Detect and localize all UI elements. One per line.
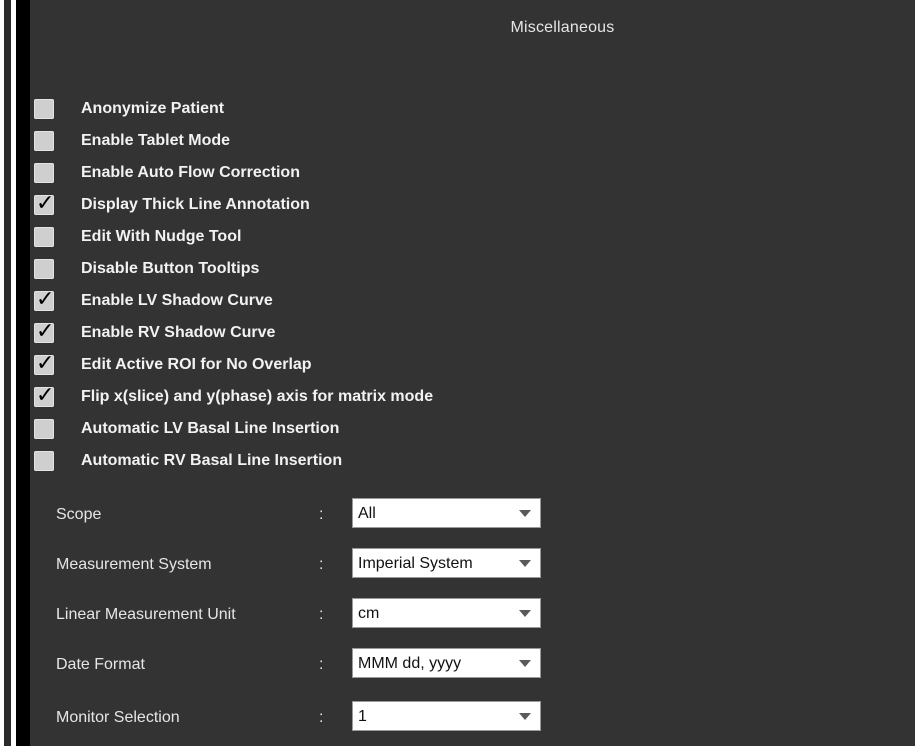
chevron-down-icon [519, 610, 531, 617]
monitor-selection-label: Monitor Selection [56, 709, 180, 726]
checkbox-disable-button-tooltips[interactable]: Disable Button Tooltips [34, 256, 594, 282]
section-header: Miscellaneous [30, 0, 915, 60]
checkbox-label: Enable LV Shadow Curve [81, 292, 273, 309]
form-row-monitor-selection: Monitor Selection : 1 [56, 701, 556, 735]
settings-window: Miscellaneous Anonymize Patient Enable T… [0, 0, 915, 746]
chevron-down-icon [519, 660, 531, 667]
measurement-system-label: Measurement System [56, 556, 212, 573]
checkbox-box[interactable] [34, 163, 54, 183]
checkbox-label: Disable Button Tooltips [81, 260, 260, 277]
checkbox-box[interactable]: ✓ [34, 319, 55, 344]
checkbox-box[interactable] [34, 259, 54, 279]
checkbox-edit-active-roi-no-overlap[interactable]: ✓ Edit Active ROI for No Overlap [34, 352, 594, 378]
checkbox-enable-tablet-mode[interactable]: Enable Tablet Mode [34, 128, 594, 154]
checkbox-box[interactable]: ✓ [34, 287, 55, 312]
form-row-measurement-system: Measurement System : Imperial System [56, 548, 556, 582]
checkbox-label: Automatic RV Basal Line Insertion [81, 452, 343, 469]
scope-label: Scope [56, 506, 102, 523]
dropdown-value: 1 [358, 708, 367, 725]
checkbox-label: Enable Tablet Mode [81, 132, 231, 149]
checkbox-flip-axis-matrix-mode[interactable]: ✓ Flip x(slice) and y(phase) axis for ma… [34, 384, 594, 410]
border-stripe [4, 0, 11, 746]
checkbox-edit-with-nudge-tool[interactable]: Edit With Nudge Tool [34, 224, 594, 250]
dropdown-value: All [358, 505, 376, 522]
chevron-down-icon [519, 713, 531, 720]
checkbox-box[interactable] [34, 419, 54, 439]
colon: : [319, 506, 324, 523]
check-mark-icon: ✓ [36, 287, 55, 312]
checkbox-automatic-rv-basal-line[interactable]: Automatic RV Basal Line Insertion [34, 448, 594, 474]
window-left-border [0, 0, 16, 746]
form-row-linear-measurement-unit: Linear Measurement Unit : cm [56, 598, 556, 632]
checkbox-enable-auto-flow-correction[interactable]: Enable Auto Flow Correction [34, 160, 594, 186]
checkbox-box[interactable] [34, 227, 54, 247]
checkbox-label: Display Thick Line Annotation [81, 196, 310, 213]
chevron-down-icon [519, 560, 531, 567]
dropdown-value: cm [358, 605, 380, 622]
checkbox-anonymize-patient[interactable]: Anonymize Patient [34, 96, 594, 122]
date-format-dropdown[interactable]: MMM dd, yyyy [352, 648, 541, 678]
checkbox-display-thick-line-annotation[interactable]: ✓ Display Thick Line Annotation [34, 192, 594, 218]
checkbox-box[interactable]: ✓ [34, 191, 55, 216]
linear-measurement-unit-label: Linear Measurement Unit [56, 606, 236, 623]
date-format-label: Date Format [56, 656, 145, 673]
check-mark-icon: ✓ [36, 191, 55, 216]
checkbox-box[interactable]: ✓ [34, 383, 55, 408]
linear-measurement-unit-dropdown[interactable]: cm [352, 598, 541, 628]
section-title: Miscellaneous [510, 19, 615, 36]
chevron-down-icon [519, 510, 531, 517]
checkbox-label: Enable Auto Flow Correction [81, 164, 300, 181]
checkbox-box[interactable] [34, 451, 54, 471]
checkbox-box[interactable] [34, 131, 54, 151]
checkbox-box[interactable] [34, 99, 54, 119]
checkbox-enable-lv-shadow-curve[interactable]: ✓ Enable LV Shadow Curve [34, 288, 594, 314]
checkbox-label: Enable RV Shadow Curve [81, 324, 276, 341]
checkbox-label: Flip x(slice) and y(phase) axis for matr… [81, 388, 434, 405]
checkbox-enable-rv-shadow-curve[interactable]: ✓ Enable RV Shadow Curve [34, 320, 594, 346]
colon: : [319, 556, 324, 573]
scope-dropdown[interactable]: All [352, 498, 541, 528]
measurement-system-dropdown[interactable]: Imperial System [352, 548, 541, 578]
checkbox-label: Edit Active ROI for No Overlap [81, 356, 312, 373]
checkbox-label: Anonymize Patient [81, 100, 225, 117]
colon: : [319, 606, 324, 623]
form-row-date-format: Date Format : MMM dd, yyyy [56, 648, 556, 682]
dropdown-value: Imperial System [358, 555, 473, 572]
checkbox-automatic-lv-basal-line[interactable]: Automatic LV Basal Line Insertion [34, 416, 594, 442]
checkbox-label: Edit With Nudge Tool [81, 228, 242, 245]
check-mark-icon: ✓ [36, 351, 55, 376]
colon: : [319, 709, 324, 726]
checkbox-label: Automatic LV Basal Line Insertion [81, 420, 340, 437]
check-mark-icon: ✓ [36, 383, 55, 408]
check-mark-icon: ✓ [36, 319, 55, 344]
form-row-scope: Scope : All [56, 498, 556, 532]
dropdown-value: MMM dd, yyyy [358, 655, 462, 672]
colon: : [319, 656, 324, 673]
monitor-selection-dropdown[interactable]: 1 [352, 701, 541, 731]
checkbox-box[interactable]: ✓ [34, 351, 55, 376]
